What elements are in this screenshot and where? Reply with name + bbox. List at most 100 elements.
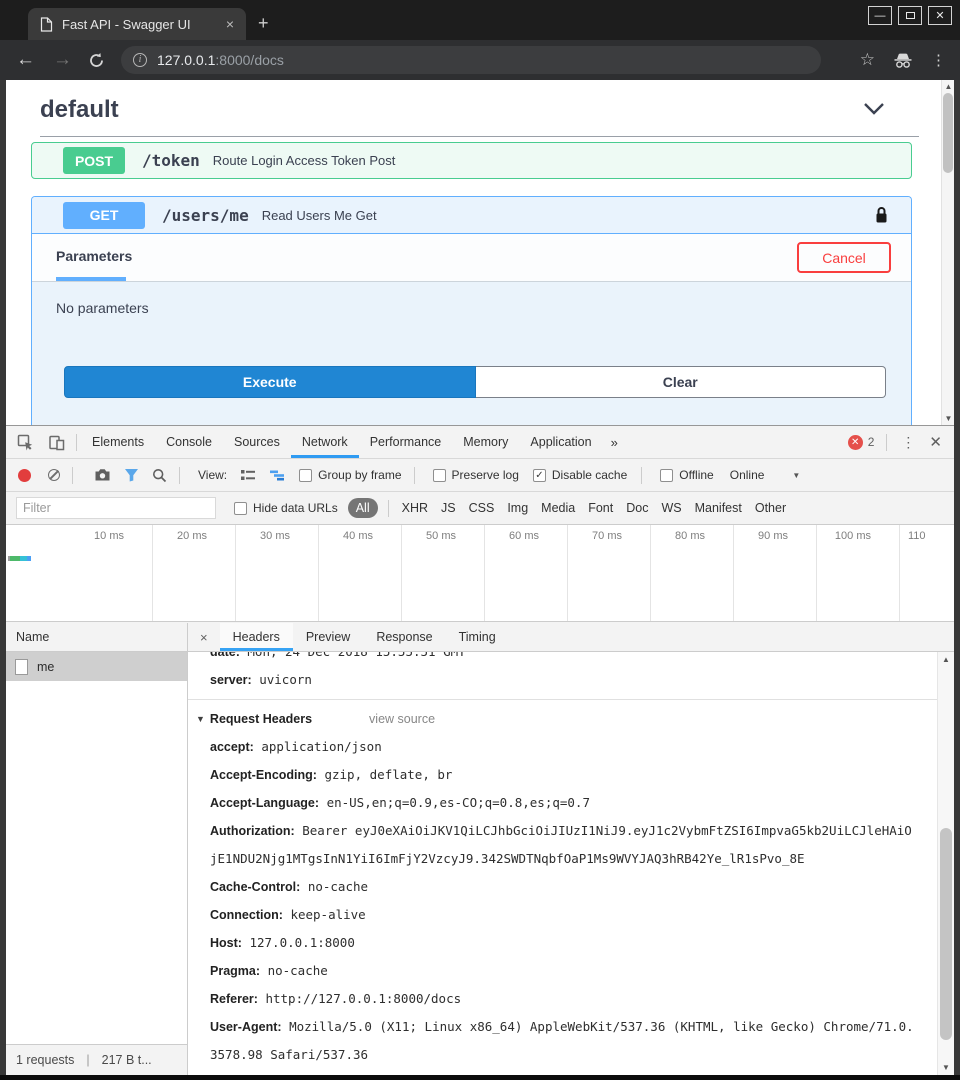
timeline-tick: 110 <box>900 525 954 621</box>
search-icon[interactable] <box>152 468 167 483</box>
name-column-header[interactable]: Name <box>6 623 187 652</box>
scroll-thumb[interactable] <box>943 93 953 173</box>
cancel-button[interactable]: Cancel <box>797 242 891 273</box>
tab-timing[interactable]: Timing <box>446 623 509 651</box>
tab-sources[interactable]: Sources <box>223 426 291 458</box>
devtools-menu-icon[interactable]: ⋮ <box>891 434 925 451</box>
section-title: default <box>40 96 119 124</box>
browser-toolbar: ← → i 127.0.0.1:8000/docs ☆ ⋮ <box>0 40 960 80</box>
window-frame-bottom <box>0 1075 960 1080</box>
request-row-me[interactable]: me <box>6 652 187 681</box>
endpoint-path: /token <box>142 151 200 170</box>
execute-button[interactable]: Execute <box>64 366 476 398</box>
tab-preview[interactable]: Preview <box>293 623 363 651</box>
maximize-button[interactable] <box>898 6 922 25</box>
filter-pill-manifest[interactable]: Manifest <box>695 501 742 515</box>
request-headers-section[interactable]: ▼ Request Headers view source <box>196 705 918 733</box>
header-row: Host: 127.0.0.1:8000 <box>210 929 918 957</box>
scroll-up-icon[interactable]: ▲ <box>938 655 954 664</box>
record-icon[interactable] <box>18 469 31 482</box>
close-button[interactable]: ✕ <box>928 6 952 25</box>
page-info-icon[interactable]: i <box>133 53 147 67</box>
tab-network[interactable]: Network <box>291 426 359 458</box>
browser-tab[interactable]: Fast API - Swagger UI × <box>28 8 246 40</box>
header-row: User-Agent: Mozilla/5.0 (X11; Linux x86_… <box>210 1013 918 1069</box>
tab-elements[interactable]: Elements <box>81 426 155 458</box>
preserve-log-checkbox[interactable] <box>433 469 446 482</box>
filter-pill-css[interactable]: CSS <box>469 501 495 515</box>
timeline-tick: 60 ms <box>485 525 568 621</box>
filter-pill-xhr[interactable]: XHR <box>402 501 428 515</box>
tab-application[interactable]: Application <box>519 426 602 458</box>
back-icon[interactable]: ← <box>16 49 35 71</box>
tab-close-icon[interactable]: × <box>222 16 238 32</box>
group-by-frame-label: Group by frame <box>318 468 401 482</box>
filter-pill-other[interactable]: Other <box>755 501 786 515</box>
endpoint-header[interactable]: GET /users/me Read Users Me Get <box>32 197 911 234</box>
filter-pill-ws[interactable]: WS <box>661 501 681 515</box>
filter-pill-doc[interactable]: Doc <box>626 501 648 515</box>
clear-requests-icon[interactable] <box>48 469 60 481</box>
device-toolbar-icon[interactable] <box>41 426 72 458</box>
timeline-tick: 10 ms <box>6 525 153 621</box>
tab-console[interactable]: Console <box>155 426 223 458</box>
request-doc-icon <box>15 659 28 675</box>
devtools: Elements Console Sources Network Perform… <box>6 425 954 1075</box>
request-name: me <box>37 660 54 674</box>
devtools-close-icon[interactable]: ✕ <box>925 433 954 451</box>
scroll-down-icon[interactable]: ▼ <box>938 1063 954 1072</box>
tab-headers[interactable]: Headers <box>220 623 293 651</box>
inspect-element-icon[interactable] <box>10 426 41 458</box>
endpoint-post-token[interactable]: POST /token Route Login Access Token Pos… <box>31 142 912 179</box>
tab-performance[interactable]: Performance <box>359 426 453 458</box>
tab-response[interactable]: Response <box>363 623 445 651</box>
error-badge-icon[interactable]: ✕ <box>848 435 863 450</box>
chevron-down-icon[interactable] <box>863 102 885 115</box>
error-count: 2 <box>868 435 875 449</box>
header-row: Referer: http://127.0.0.1:8000/docs <box>210 985 918 1013</box>
menu-kebab-icon[interactable]: ⋮ <box>931 51 946 69</box>
detail-panel: × Headers Preview Response Timing date: … <box>188 623 954 1075</box>
clear-button[interactable]: Clear <box>476 366 887 398</box>
capture-screenshots-icon[interactable] <box>94 468 111 482</box>
scroll-thumb[interactable] <box>940 828 952 1040</box>
filter-input[interactable] <box>16 497 216 519</box>
scroll-down-icon[interactable]: ▼ <box>942 414 954 423</box>
throttling-dropdown-icon[interactable]: ▼ <box>792 471 800 480</box>
hide-data-urls-checkbox[interactable] <box>234 502 247 515</box>
minimize-button[interactable]: — <box>868 6 892 25</box>
new-tab-button[interactable]: + <box>258 14 269 32</box>
disable-cache-checkbox[interactable]: ✓ <box>533 469 546 482</box>
group-by-frame-checkbox[interactable] <box>299 469 312 482</box>
tab-parameters[interactable]: Parameters <box>56 248 132 264</box>
filter-pill-all[interactable]: All <box>348 498 378 518</box>
network-timeline[interactable]: 10 ms 20 ms 30 ms 40 ms 50 ms 60 ms 70 m… <box>6 525 954 622</box>
filter-pill-font[interactable]: Font <box>588 501 613 515</box>
filter-pill-js[interactable]: JS <box>441 501 456 515</box>
detail-close-icon[interactable]: × <box>188 623 220 651</box>
page-scrollbar[interactable]: ▲ ▼ <box>941 80 954 425</box>
timeline-tick: 80 ms <box>651 525 734 621</box>
headers-scrollbar[interactable]: ▲ ▼ <box>937 652 954 1075</box>
disclosure-triangle-icon[interactable]: ▼ <box>196 705 205 733</box>
more-tabs-icon[interactable]: » <box>603 426 626 458</box>
filter-pill-img[interactable]: Img <box>507 501 528 515</box>
waterfall-view-icon[interactable] <box>269 469 285 482</box>
small-rows-icon[interactable] <box>240 469 256 482</box>
tab-memory[interactable]: Memory <box>452 426 519 458</box>
reload-icon[interactable] <box>88 52 105 69</box>
view-source-link[interactable]: view source <box>369 705 435 733</box>
method-badge-get: GET <box>63 202 145 229</box>
url-bar[interactable]: i 127.0.0.1:8000/docs <box>121 46 821 74</box>
throttling-select[interactable]: Online <box>730 468 765 482</box>
forward-icon[interactable]: → <box>53 49 72 71</box>
header-row: server: uvicorn <box>210 666 918 694</box>
filter-pill-media[interactable]: Media <box>541 501 575 515</box>
devtools-tabbar: Elements Console Sources Network Perform… <box>6 426 954 459</box>
network-toolbar: View: Group by frame Preserve log ✓ Disa… <box>6 459 954 492</box>
lock-icon[interactable] <box>874 206 889 224</box>
filter-funnel-icon[interactable] <box>124 468 139 482</box>
scroll-up-icon[interactable]: ▲ <box>942 82 954 91</box>
offline-checkbox[interactable] <box>660 469 673 482</box>
bookmark-star-icon[interactable]: ☆ <box>860 50 875 70</box>
